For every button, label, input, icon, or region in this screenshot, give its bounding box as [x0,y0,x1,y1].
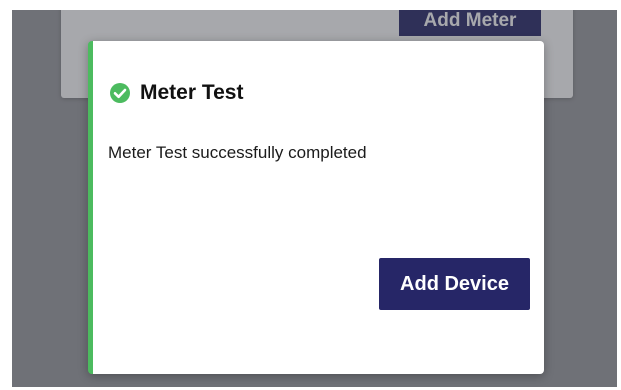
check-circle-icon [109,82,131,104]
dialog-title: Meter Test [140,81,244,104]
page-viewport: Add Meter Meter Test Meter Test successf… [12,10,617,387]
dialog-message: Meter Test successfully completed [108,143,367,162]
dialog-header: Meter Test [109,81,243,105]
add-device-button[interactable]: Add Device [379,258,530,310]
success-dialog: Meter Test Meter Test successfully compl… [88,41,544,374]
